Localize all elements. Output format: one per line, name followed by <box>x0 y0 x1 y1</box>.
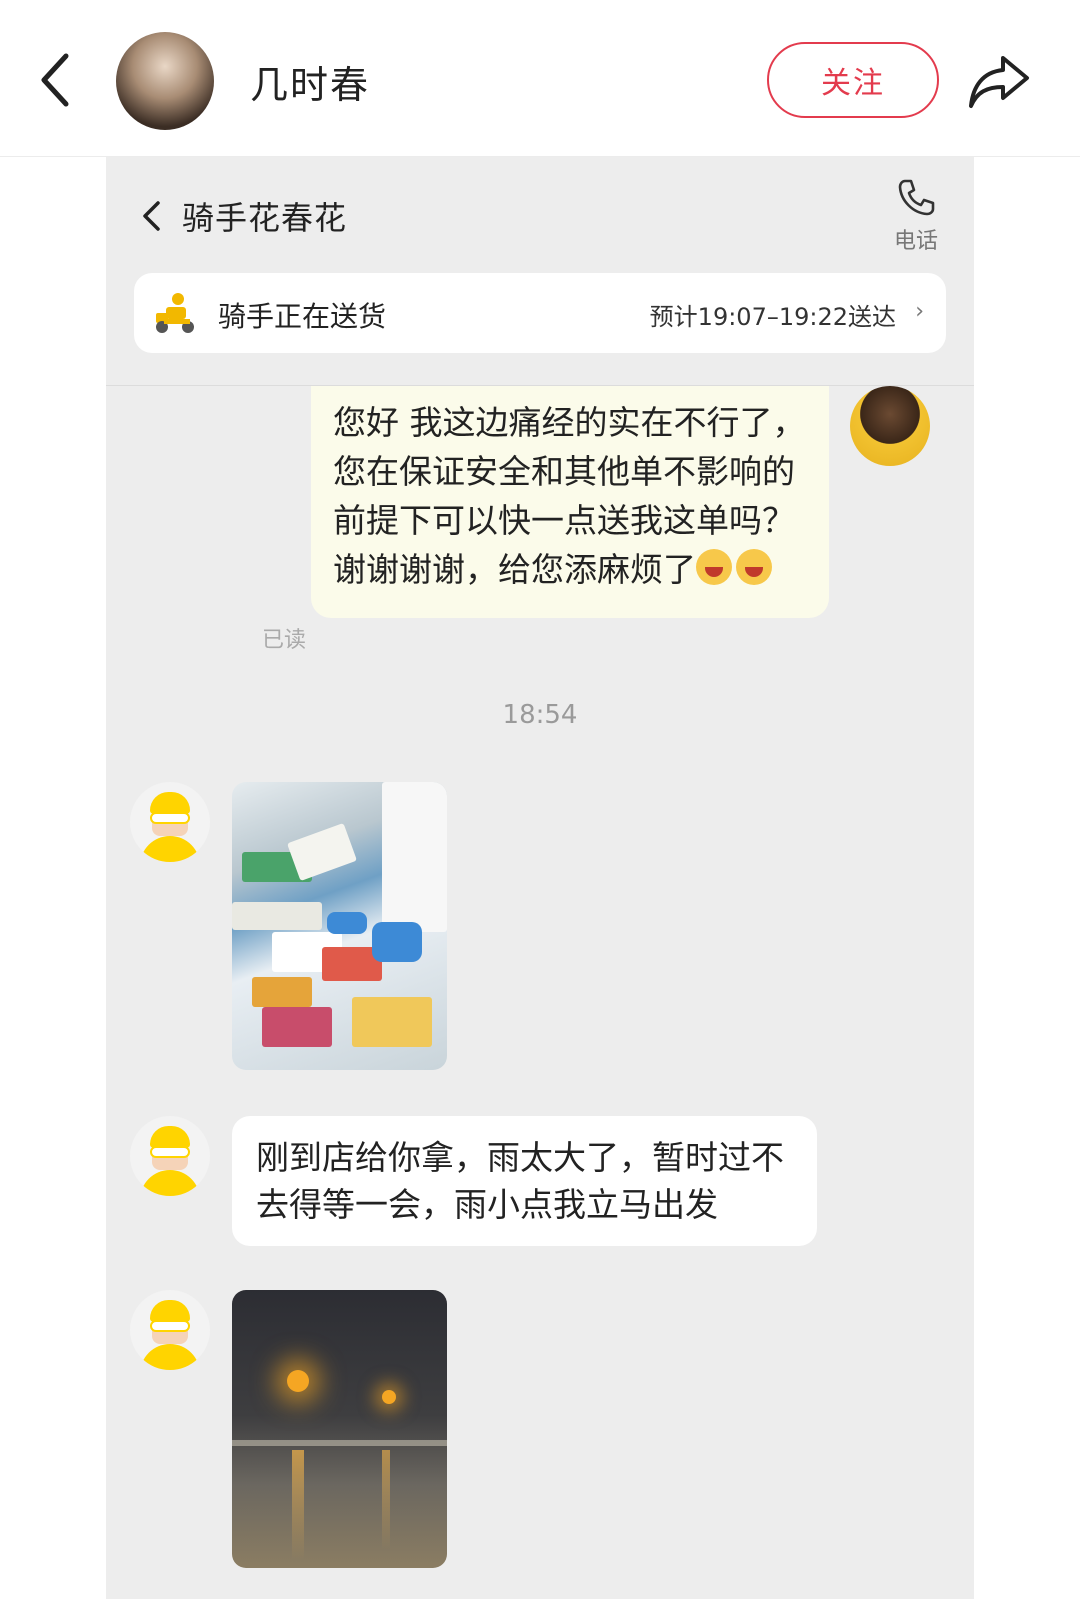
delivery-status-card[interactable]: 骑手正在送货 预计19:07–19:22送达 › <box>134 273 946 353</box>
eta-text: 预计19:07–19:22送达 <box>649 303 896 331</box>
rider-avatar[interactable] <box>130 1290 210 1370</box>
my-avatar[interactable] <box>850 386 930 466</box>
rider-scooter-icon <box>156 293 194 333</box>
rider-avatar[interactable] <box>130 1116 210 1196</box>
chat-header: 骑手花春花 电话 骑手正在送货 预计19:07–19:22送达 › <box>106 157 974 386</box>
rider-avatar[interactable] <box>130 782 210 862</box>
crying-emoji-icon <box>736 549 772 585</box>
message-list: 您好 我这边痛经的实在不行了，您在保证安全和其他单不影响的前提下可以快一点送我这… <box>106 386 974 1599</box>
post-header: 几时春 关注 <box>0 0 1080 157</box>
author-name[interactable]: 几时春 <box>250 54 370 109</box>
author-avatar[interactable] <box>116 32 214 130</box>
my-message-bubble[interactable]: 您好 我这边痛经的实在不行了，您在保证安全和其他单不影响的前提下可以快一点送我这… <box>311 386 829 618</box>
chevron-left-icon[interactable] <box>140 199 162 233</box>
rider-message-bubble[interactable]: 刚到店给你拿，雨太大了，暂时过不去得等一会，雨小点我立马出发 <box>232 1116 817 1246</box>
delivery-status-text: 骑手正在送货 <box>218 300 387 333</box>
rainy-street-photo[interactable] <box>232 1290 447 1568</box>
crying-emoji-icon <box>696 549 732 585</box>
pharmacy-photo[interactable] <box>232 782 447 1070</box>
share-icon[interactable] <box>967 52 1031 110</box>
phone-icon <box>898 179 935 216</box>
my-message-text: 您好 我这边痛经的实在不行了，您在保证安全和其他单不影响的前提下可以快一点送我这… <box>333 403 806 589</box>
chat-screenshot: 骑手花春花 电话 骑手正在送货 预计19:07–19:22送达 › 您好 我这边… <box>106 157 974 1599</box>
chat-title: 骑手花春花 <box>182 199 348 237</box>
read-receipt: 已读 <box>262 628 307 653</box>
message-timestamp: 18:54 <box>502 700 578 730</box>
rider-message-text: 刚到店给你拿，雨太大了，暂时过不去得等一会，雨小点我立马出发 <box>256 1138 784 1224</box>
chevron-right-icon: › <box>915 299 924 324</box>
follow-button[interactable]: 关注 <box>767 42 939 118</box>
back-arrow-icon[interactable] <box>36 50 76 110</box>
call-label: 电话 <box>893 229 938 254</box>
call-button[interactable]: 电话 <box>886 177 946 257</box>
